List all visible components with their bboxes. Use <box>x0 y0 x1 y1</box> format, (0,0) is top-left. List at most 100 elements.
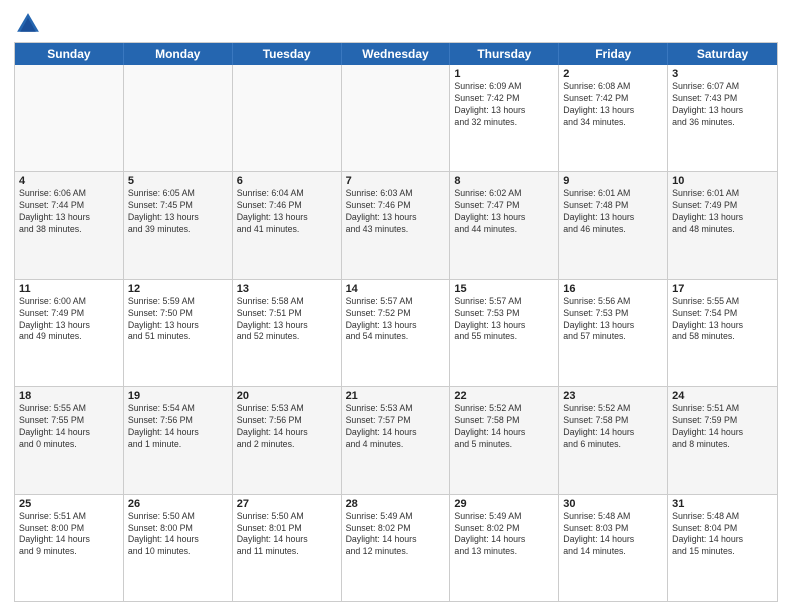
cell-info: Sunrise: 6:01 AMSunset: 7:48 PMDaylight:… <box>563 188 663 236</box>
day-number: 30 <box>563 498 663 510</box>
day-number: 25 <box>19 498 119 510</box>
day-number: 26 <box>128 498 228 510</box>
cell-info: Sunrise: 6:03 AMSunset: 7:46 PMDaylight:… <box>346 188 446 236</box>
day-cell-5: 5Sunrise: 6:05 AMSunset: 7:45 PMDaylight… <box>124 172 233 278</box>
header-day-monday: Monday <box>124 43 233 65</box>
calendar-week-1: 1Sunrise: 6:09 AMSunset: 7:42 PMDaylight… <box>15 65 777 172</box>
logo <box>14 10 46 38</box>
cell-info: Sunrise: 5:51 AMSunset: 8:00 PMDaylight:… <box>19 511 119 559</box>
header-day-thursday: Thursday <box>450 43 559 65</box>
cell-info: Sunrise: 5:49 AMSunset: 8:02 PMDaylight:… <box>454 511 554 559</box>
cell-info: Sunrise: 6:09 AMSunset: 7:42 PMDaylight:… <box>454 81 554 129</box>
cell-info: Sunrise: 6:00 AMSunset: 7:49 PMDaylight:… <box>19 296 119 344</box>
cell-info: Sunrise: 5:51 AMSunset: 7:59 PMDaylight:… <box>672 403 773 451</box>
day-number: 4 <box>19 175 119 187</box>
cell-info: Sunrise: 5:50 AMSunset: 8:00 PMDaylight:… <box>128 511 228 559</box>
cell-info: Sunrise: 5:48 AMSunset: 8:04 PMDaylight:… <box>672 511 773 559</box>
cell-info: Sunrise: 6:05 AMSunset: 7:45 PMDaylight:… <box>128 188 228 236</box>
calendar-body: 1Sunrise: 6:09 AMSunset: 7:42 PMDaylight… <box>15 65 777 601</box>
header-day-friday: Friday <box>559 43 668 65</box>
header-day-sunday: Sunday <box>15 43 124 65</box>
cell-info: Sunrise: 5:57 AMSunset: 7:52 PMDaylight:… <box>346 296 446 344</box>
day-number: 6 <box>237 175 337 187</box>
day-cell-17: 17Sunrise: 5:55 AMSunset: 7:54 PMDayligh… <box>668 280 777 386</box>
cell-info: Sunrise: 6:04 AMSunset: 7:46 PMDaylight:… <box>237 188 337 236</box>
calendar-header: SundayMondayTuesdayWednesdayThursdayFrid… <box>15 43 777 65</box>
day-cell-7: 7Sunrise: 6:03 AMSunset: 7:46 PMDaylight… <box>342 172 451 278</box>
cell-info: Sunrise: 6:08 AMSunset: 7:42 PMDaylight:… <box>563 81 663 129</box>
cell-info: Sunrise: 5:53 AMSunset: 7:57 PMDaylight:… <box>346 403 446 451</box>
day-number: 19 <box>128 390 228 402</box>
day-number: 9 <box>563 175 663 187</box>
cell-info: Sunrise: 5:48 AMSunset: 8:03 PMDaylight:… <box>563 511 663 559</box>
cell-info: Sunrise: 6:06 AMSunset: 7:44 PMDaylight:… <box>19 188 119 236</box>
day-number: 17 <box>672 283 773 295</box>
day-cell-29: 29Sunrise: 5:49 AMSunset: 8:02 PMDayligh… <box>450 495 559 601</box>
day-number: 15 <box>454 283 554 295</box>
day-number: 8 <box>454 175 554 187</box>
day-number: 1 <box>454 68 554 80</box>
empty-cell <box>15 65 124 171</box>
logo-icon <box>14 10 42 38</box>
calendar-week-3: 11Sunrise: 6:00 AMSunset: 7:49 PMDayligh… <box>15 280 777 387</box>
calendar-week-2: 4Sunrise: 6:06 AMSunset: 7:44 PMDaylight… <box>15 172 777 279</box>
day-cell-11: 11Sunrise: 6:00 AMSunset: 7:49 PMDayligh… <box>15 280 124 386</box>
day-cell-23: 23Sunrise: 5:52 AMSunset: 7:58 PMDayligh… <box>559 387 668 493</box>
cell-info: Sunrise: 6:01 AMSunset: 7:49 PMDaylight:… <box>672 188 773 236</box>
day-cell-22: 22Sunrise: 5:52 AMSunset: 7:58 PMDayligh… <box>450 387 559 493</box>
cell-info: Sunrise: 6:07 AMSunset: 7:43 PMDaylight:… <box>672 81 773 129</box>
day-number: 3 <box>672 68 773 80</box>
empty-cell <box>233 65 342 171</box>
day-cell-1: 1Sunrise: 6:09 AMSunset: 7:42 PMDaylight… <box>450 65 559 171</box>
cell-info: Sunrise: 5:55 AMSunset: 7:55 PMDaylight:… <box>19 403 119 451</box>
day-cell-15: 15Sunrise: 5:57 AMSunset: 7:53 PMDayligh… <box>450 280 559 386</box>
cell-info: Sunrise: 5:56 AMSunset: 7:53 PMDaylight:… <box>563 296 663 344</box>
calendar-week-4: 18Sunrise: 5:55 AMSunset: 7:55 PMDayligh… <box>15 387 777 494</box>
day-number: 20 <box>237 390 337 402</box>
day-cell-12: 12Sunrise: 5:59 AMSunset: 7:50 PMDayligh… <box>124 280 233 386</box>
day-cell-21: 21Sunrise: 5:53 AMSunset: 7:57 PMDayligh… <box>342 387 451 493</box>
day-number: 22 <box>454 390 554 402</box>
day-number: 31 <box>672 498 773 510</box>
day-cell-9: 9Sunrise: 6:01 AMSunset: 7:48 PMDaylight… <box>559 172 668 278</box>
day-cell-25: 25Sunrise: 5:51 AMSunset: 8:00 PMDayligh… <box>15 495 124 601</box>
day-number: 16 <box>563 283 663 295</box>
cell-info: Sunrise: 5:57 AMSunset: 7:53 PMDaylight:… <box>454 296 554 344</box>
day-number: 12 <box>128 283 228 295</box>
day-cell-13: 13Sunrise: 5:58 AMSunset: 7:51 PMDayligh… <box>233 280 342 386</box>
day-cell-10: 10Sunrise: 6:01 AMSunset: 7:49 PMDayligh… <box>668 172 777 278</box>
cell-info: Sunrise: 5:58 AMSunset: 7:51 PMDaylight:… <box>237 296 337 344</box>
day-cell-31: 31Sunrise: 5:48 AMSunset: 8:04 PMDayligh… <box>668 495 777 601</box>
day-number: 18 <box>19 390 119 402</box>
day-cell-3: 3Sunrise: 6:07 AMSunset: 7:43 PMDaylight… <box>668 65 777 171</box>
day-number: 5 <box>128 175 228 187</box>
cell-info: Sunrise: 5:53 AMSunset: 7:56 PMDaylight:… <box>237 403 337 451</box>
header-day-tuesday: Tuesday <box>233 43 342 65</box>
day-number: 21 <box>346 390 446 402</box>
header-day-wednesday: Wednesday <box>342 43 451 65</box>
day-number: 2 <box>563 68 663 80</box>
day-number: 24 <box>672 390 773 402</box>
day-cell-2: 2Sunrise: 6:08 AMSunset: 7:42 PMDaylight… <box>559 65 668 171</box>
day-cell-20: 20Sunrise: 5:53 AMSunset: 7:56 PMDayligh… <box>233 387 342 493</box>
day-number: 11 <box>19 283 119 295</box>
day-cell-8: 8Sunrise: 6:02 AMSunset: 7:47 PMDaylight… <box>450 172 559 278</box>
day-cell-19: 19Sunrise: 5:54 AMSunset: 7:56 PMDayligh… <box>124 387 233 493</box>
cell-info: Sunrise: 5:49 AMSunset: 8:02 PMDaylight:… <box>346 511 446 559</box>
cell-info: Sunrise: 5:52 AMSunset: 7:58 PMDaylight:… <box>454 403 554 451</box>
day-number: 23 <box>563 390 663 402</box>
calendar-week-5: 25Sunrise: 5:51 AMSunset: 8:00 PMDayligh… <box>15 495 777 601</box>
cell-info: Sunrise: 5:54 AMSunset: 7:56 PMDaylight:… <box>128 403 228 451</box>
day-number: 7 <box>346 175 446 187</box>
day-cell-30: 30Sunrise: 5:48 AMSunset: 8:03 PMDayligh… <box>559 495 668 601</box>
day-cell-26: 26Sunrise: 5:50 AMSunset: 8:00 PMDayligh… <box>124 495 233 601</box>
calendar: SundayMondayTuesdayWednesdayThursdayFrid… <box>14 42 778 602</box>
day-cell-4: 4Sunrise: 6:06 AMSunset: 7:44 PMDaylight… <box>15 172 124 278</box>
empty-cell <box>124 65 233 171</box>
day-number: 27 <box>237 498 337 510</box>
day-cell-27: 27Sunrise: 5:50 AMSunset: 8:01 PMDayligh… <box>233 495 342 601</box>
cell-info: Sunrise: 5:52 AMSunset: 7:58 PMDaylight:… <box>563 403 663 451</box>
header-day-saturday: Saturday <box>668 43 777 65</box>
empty-cell <box>342 65 451 171</box>
day-number: 14 <box>346 283 446 295</box>
